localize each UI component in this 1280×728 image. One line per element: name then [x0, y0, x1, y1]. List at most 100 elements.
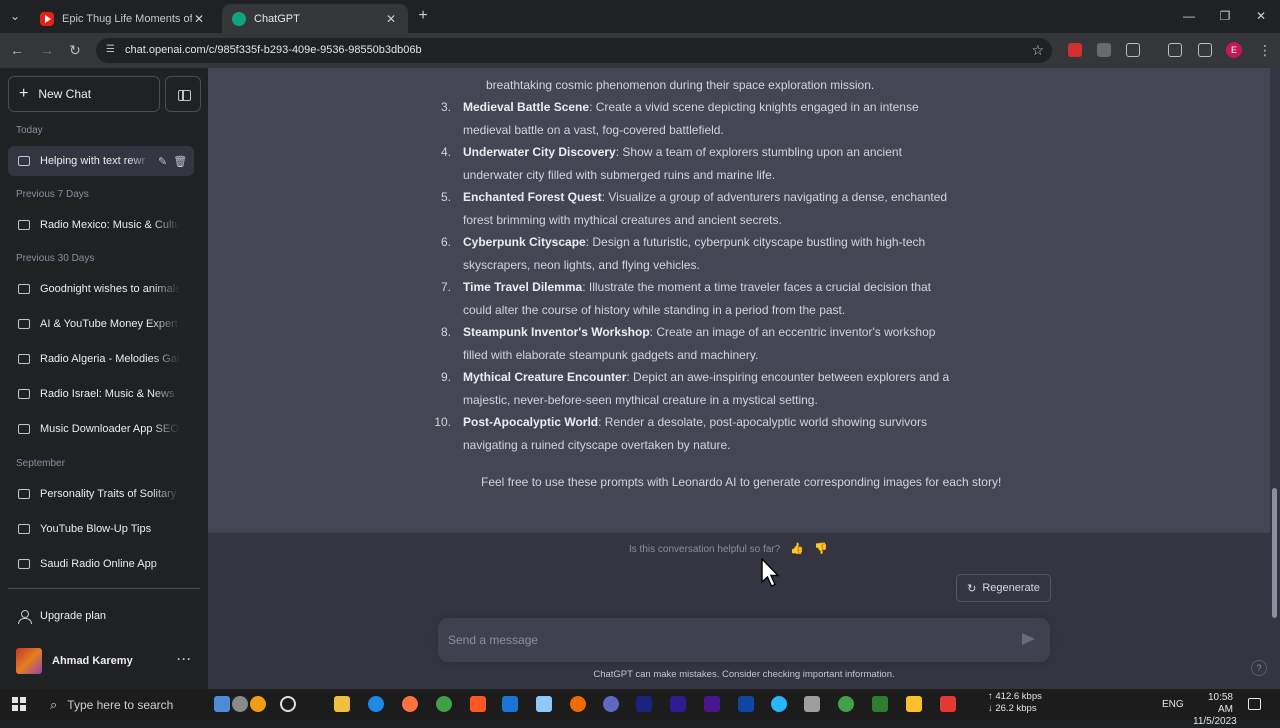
chat-item[interactable]: Radio Mexico: Music & Cultur — [8, 210, 194, 240]
notification-icon[interactable] — [1248, 698, 1261, 710]
telegram-icon[interactable] — [771, 696, 787, 712]
chat-item[interactable]: Saudi Radio Online App — [8, 549, 194, 579]
taskbar-search[interactable]: ⌕ Type here to search — [40, 689, 240, 720]
browser-menu-icon[interactable]: ⋮ — [1256, 41, 1274, 59]
chat-item[interactable]: AI & YouTube Money Expert — [8, 309, 194, 339]
feedback-bar: Is this conversation helpful so far? 👍 👎 — [629, 542, 828, 556]
scrollbar[interactable] — [1272, 488, 1277, 618]
help-icon[interactable]: ? — [1251, 660, 1267, 676]
prompt-item: 5. Enchanted Forest Quest: Visualize a gr… — [441, 186, 1023, 231]
forward-icon[interactable]: → — [38, 41, 56, 59]
chatgpt-icon — [232, 11, 246, 26]
message-closing: Feel free to use these prompts with Leon… — [481, 475, 1002, 489]
disclaimer: ChatGPT can make mistakes. Consider chec… — [593, 669, 895, 680]
vscode-icon[interactable] — [502, 696, 518, 712]
trash-icon[interactable]: 🗑 — [173, 155, 187, 168]
new-chat-button[interactable]: + New Chat — [8, 76, 160, 112]
chat-item-label: Music Downloader App SEO — [40, 423, 179, 435]
after-effects-icon[interactable] — [670, 696, 686, 712]
photoshop-icon[interactable] — [738, 696, 754, 712]
extension-grey-icon[interactable] — [1097, 43, 1111, 57]
omnibox[interactable]: ☰ chat.openai.com/c/985f335f-b293-409e-9… — [96, 38, 1052, 63]
taskbar-search-placeholder: Type here to search — [67, 697, 174, 712]
firefox-icon[interactable] — [402, 696, 418, 712]
site-info-icon[interactable]: ☰ — [106, 44, 118, 56]
new-tab-icon[interactable]: + — [414, 7, 432, 25]
regenerate-label: Regenerate — [982, 582, 1040, 594]
windows-start-icon[interactable] — [12, 697, 26, 711]
chat-item-label: Goodnight wishes to animals — [40, 283, 180, 295]
chat-item[interactable]: Goodnight wishes to animals — [8, 274, 194, 304]
app-icon[interactable] — [250, 696, 266, 712]
bookmark-star-icon[interactable]: ☆ — [1031, 42, 1044, 59]
send-icon[interactable] — [1022, 632, 1036, 646]
net-up: 412.6 kbps — [995, 691, 1042, 702]
app-icon[interactable] — [804, 696, 820, 712]
assistant-message: breathtaking cosmic phenomenon during th… — [208, 68, 1270, 533]
reload-icon[interactable]: ↻ — [66, 41, 84, 59]
chrome-icon[interactable] — [436, 696, 452, 712]
prompt-text: : Create a vivid scene depicting knights… — [589, 100, 919, 114]
new-chat-label: New Chat — [38, 87, 92, 101]
chat-bubble-icon — [18, 220, 30, 230]
language-indicator[interactable]: ENG — [1162, 699, 1184, 710]
clock[interactable]: 10:58 AM 11/5/2023 — [1193, 692, 1237, 728]
minimize-icon[interactable]: — — [1180, 7, 1198, 25]
edit-icon[interactable]: ✎ — [158, 155, 167, 168]
date: 11/5/2023 — [1193, 716, 1237, 727]
audition-icon[interactable] — [636, 696, 652, 712]
cortana-icon[interactable] — [280, 696, 296, 712]
back-icon[interactable]: ← — [8, 41, 26, 59]
prompt-text-cont: forest brimming with mythical creatures … — [463, 212, 782, 227]
tab-chatgpt[interactable]: ChatGPT ✕ — [222, 4, 408, 33]
prompt-item: 9. Mythical Creature Encounter: Depict an… — [441, 366, 1023, 411]
chat-item[interactable]: YouTube Blow-Up Tips — [8, 514, 194, 544]
blender-icon[interactable] — [570, 696, 586, 712]
edge-icon[interactable] — [368, 696, 384, 712]
premiere-icon[interactable] — [704, 696, 720, 712]
list-number: 8. — [440, 325, 451, 339]
brave-icon[interactable] — [470, 696, 486, 712]
prompt-text-cont: majestic, never-before-seen mythical cre… — [463, 392, 818, 407]
chat-item[interactable]: Music Downloader App SEO — [8, 414, 194, 444]
extension-red-icon[interactable] — [1068, 43, 1082, 57]
restore-icon[interactable]: ❐ — [1216, 7, 1234, 25]
chrome-active-icon[interactable] — [838, 696, 854, 712]
app-icon[interactable] — [232, 696, 248, 712]
side-panel-icon[interactable] — [1198, 43, 1212, 57]
app-icon[interactable] — [536, 696, 552, 712]
address-bar-row: ← → ↻ ☰ chat.openai.com/c/985f335f-b293-… — [0, 33, 1280, 68]
media-control-icon[interactable] — [1168, 43, 1182, 57]
close-tab-icon[interactable]: ✕ — [384, 12, 398, 26]
prompt-text: : Show a team of explorers stumbling upo… — [615, 145, 902, 159]
toggle-sidebar-button[interactable] — [165, 76, 201, 112]
app-icon[interactable] — [603, 696, 619, 712]
regenerate-button[interactable]: ↻ Regenerate — [956, 574, 1051, 602]
close-window-icon[interactable]: ✕ — [1252, 7, 1270, 25]
chat-main: breathtaking cosmic phenomenon during th… — [208, 68, 1280, 689]
app-icon[interactable] — [906, 696, 922, 712]
thumbs-down-icon[interactable]: 👎 — [814, 542, 828, 556]
section-label-7days: Previous 7 Days — [16, 189, 89, 200]
message-input[interactable] — [448, 629, 1008, 651]
upgrade-plan-button[interactable]: Upgrade plan — [8, 600, 200, 632]
user-menu[interactable]: Ahmad Karemy ··· — [8, 643, 200, 679]
tab-youtube[interactable]: Epic Thug Life Moments of Na ✕ — [30, 4, 216, 33]
app-icon[interactable] — [872, 696, 888, 712]
profile-avatar[interactable]: E — [1226, 42, 1242, 58]
tab-search-icon[interactable]: ⌄ — [6, 7, 24, 25]
sidebar-divider — [8, 588, 200, 589]
extensions-puzzle-icon[interactable] — [1126, 43, 1140, 57]
more-icon[interactable]: ··· — [177, 652, 192, 666]
chat-item-label: Personality Traits of Solitary I — [40, 488, 180, 500]
file-explorer-icon[interactable] — [334, 696, 350, 712]
chat-item[interactable]: Personality Traits of Solitary I — [8, 479, 194, 509]
prompt-text-cont: navigating a ruined cityscape overtaken … — [463, 437, 731, 452]
thumbs-up-icon[interactable]: 👍 — [790, 542, 804, 556]
chat-item-active[interactable]: Helping with text rewr ✎ 🗑 — [8, 146, 194, 176]
widget-icon[interactable] — [214, 696, 230, 712]
close-tab-icon[interactable]: ✕ — [192, 12, 206, 26]
app-icon[interactable] — [940, 696, 956, 712]
chat-item[interactable]: Radio Israel: Music & News — [8, 379, 194, 409]
chat-item[interactable]: Radio Algeria - Melodies Gal — [8, 344, 194, 374]
